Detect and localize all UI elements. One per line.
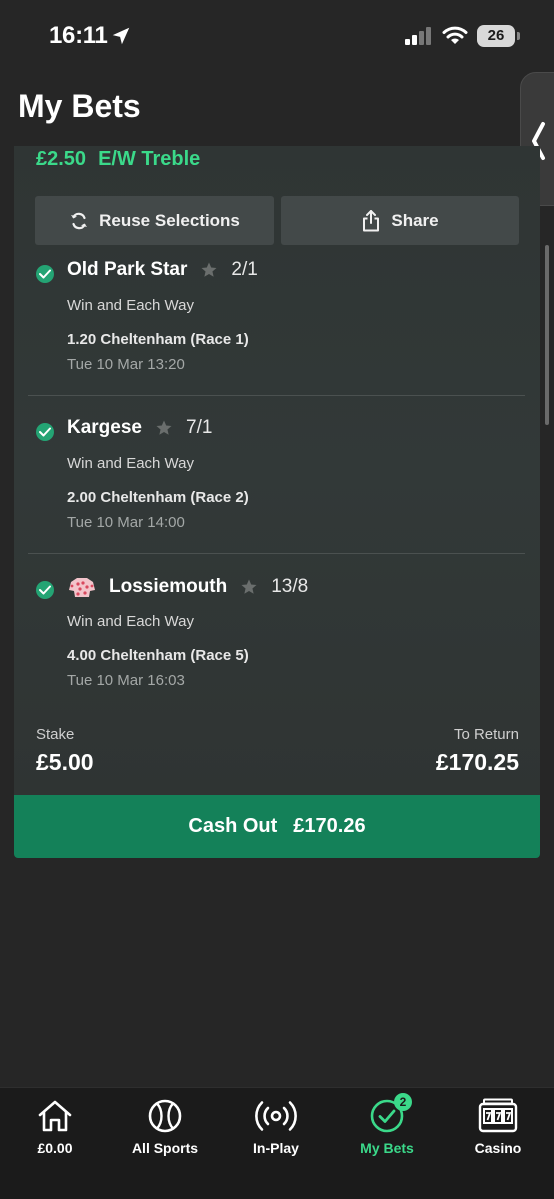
favourite-star-icon[interactable] bbox=[200, 261, 218, 279]
cash-out-label: Cash Out bbox=[188, 815, 278, 837]
battery-icon: 26 bbox=[477, 25, 520, 47]
selection-name: Old Park Star bbox=[67, 259, 188, 280]
selection-market: Win and Each Way bbox=[67, 613, 194, 630]
reuse-selections-button[interactable]: Reuse Selections bbox=[35, 196, 274, 245]
favourite-star-icon[interactable] bbox=[155, 419, 173, 437]
nav-casino[interactable]: Casino bbox=[443, 1096, 553, 1156]
nav-all-sports-label: All Sports bbox=[131, 1140, 199, 1156]
slot-machine-icon bbox=[478, 1098, 518, 1133]
selection-market: Win and Each Way bbox=[67, 297, 194, 314]
share-label: Share bbox=[391, 210, 439, 230]
selection-race[interactable]: 4.00 Cheltenham (Race 5) bbox=[67, 647, 249, 664]
nav-in-play-label: In-Play bbox=[253, 1140, 299, 1156]
selection-name: Kargese bbox=[67, 417, 142, 438]
cash-out-button[interactable]: Cash Out £170.26 bbox=[14, 795, 540, 858]
selection-won-check-icon bbox=[36, 265, 54, 283]
jockey-silks-icon bbox=[69, 578, 95, 597]
refresh-icon bbox=[71, 212, 88, 229]
location-arrow-icon bbox=[112, 27, 130, 45]
nav-home[interactable]: £0.00 bbox=[0, 1096, 110, 1156]
bet-card: £2.50 E/W Treble Reuse Selections Share O… bbox=[14, 146, 540, 796]
selection-race[interactable]: 2.00 Cheltenham (Race 2) bbox=[67, 489, 249, 506]
bet-type-header: £2.50 E/W Treble bbox=[36, 148, 200, 171]
selection-market: Win and Each Way bbox=[67, 455, 194, 472]
bottom-navigation: £0.00 All Sports In-Play 2 My Bets Casin… bbox=[0, 1087, 554, 1199]
bet-type-label: E/W Treble bbox=[98, 148, 201, 170]
share-icon bbox=[363, 209, 380, 231]
selection-datetime: Tue 10 Mar 16:03 bbox=[67, 672, 185, 689]
to-return-label: To Return bbox=[453, 726, 519, 743]
selection-datetime: Tue 10 Mar 14:00 bbox=[67, 514, 185, 531]
selection-odds: 13/8 bbox=[271, 576, 309, 597]
favourite-star-icon[interactable] bbox=[240, 578, 258, 596]
nav-my-bets[interactable]: 2 My Bets bbox=[332, 1093, 442, 1156]
scrollbar[interactable] bbox=[545, 245, 549, 425]
selection-odds: 2/1 bbox=[231, 259, 258, 280]
selection-name: Lossiemouth bbox=[109, 576, 228, 597]
reuse-selections-label: Reuse Selections bbox=[99, 210, 240, 230]
status-bar: 16:11 26 bbox=[0, 0, 554, 72]
bet-unit-stake: £2.50 bbox=[36, 148, 87, 170]
nav-in-play[interactable]: In-Play bbox=[221, 1096, 331, 1156]
divider bbox=[28, 553, 525, 554]
selection-datetime: Tue 10 Mar 13:20 bbox=[67, 356, 185, 373]
cash-out-value: £170.26 bbox=[293, 815, 366, 837]
tennis-ball-icon bbox=[148, 1099, 182, 1133]
wifi-icon bbox=[442, 26, 468, 44]
nav-my-bets-label: My Bets bbox=[360, 1140, 414, 1156]
cellular-signal-icon bbox=[405, 27, 431, 45]
selection-won-check-icon bbox=[36, 581, 54, 599]
nav-casino-label: Casino bbox=[474, 1140, 522, 1156]
share-button[interactable]: Share bbox=[281, 196, 519, 245]
divider bbox=[28, 395, 525, 396]
my-bets-badge: 2 bbox=[394, 1093, 412, 1111]
selection-race[interactable]: 1.20 Cheltenham (Race 1) bbox=[67, 331, 249, 348]
broadcast-icon bbox=[255, 1101, 297, 1131]
to-return-value: £170.25 bbox=[435, 749, 519, 775]
nav-home-label: £0.00 bbox=[37, 1140, 73, 1156]
stake-label: Stake bbox=[36, 726, 75, 743]
selection-won-check-icon bbox=[36, 423, 54, 441]
status-time: 16:11 bbox=[49, 22, 108, 49]
stake-value: £5.00 bbox=[36, 749, 94, 775]
selection-odds: 7/1 bbox=[186, 417, 213, 438]
home-icon bbox=[38, 1100, 72, 1132]
page-title: My Bets bbox=[18, 88, 141, 124]
nav-all-sports[interactable]: All Sports bbox=[110, 1096, 220, 1156]
